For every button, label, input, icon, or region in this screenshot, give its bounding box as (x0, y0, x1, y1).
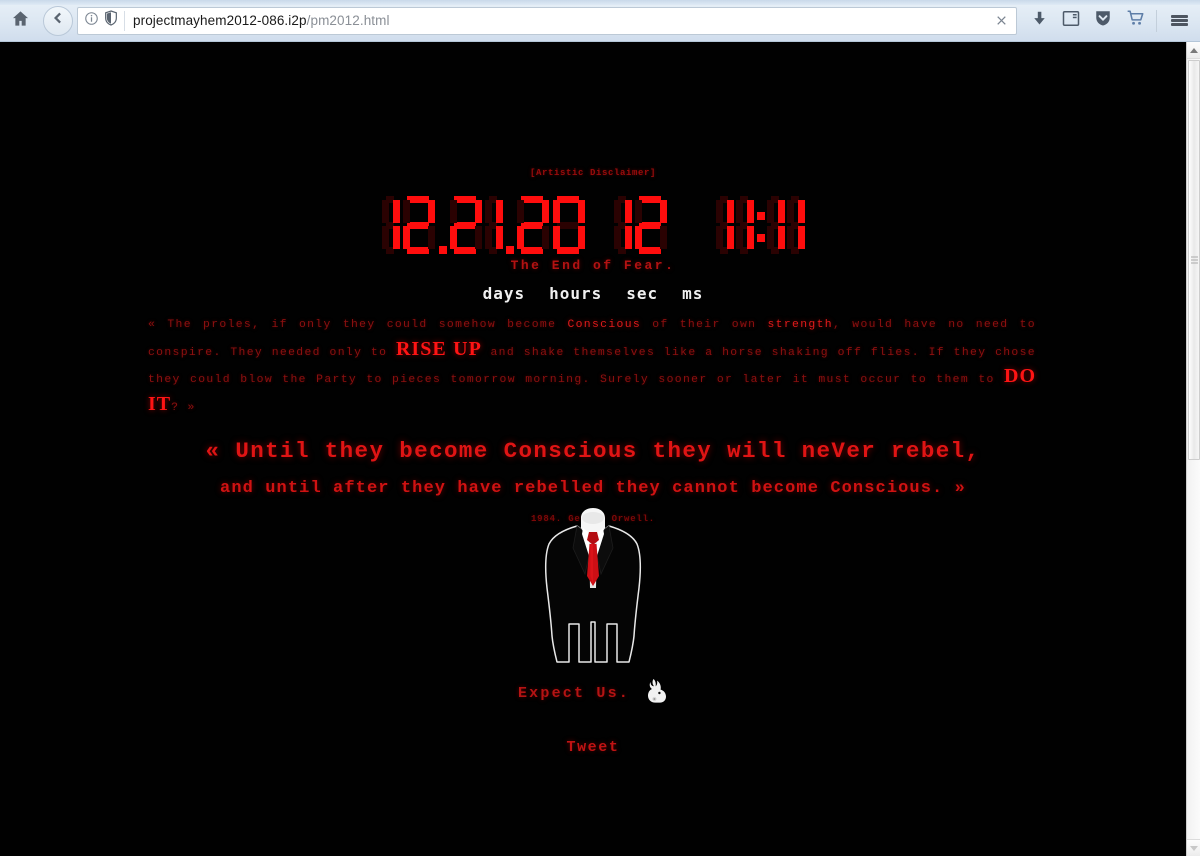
led-digit (514, 194, 552, 256)
led-digit (785, 194, 807, 256)
clock-date-group (381, 194, 669, 256)
stop-button[interactable] (986, 8, 1016, 34)
quote-line-2: and until after they have rebelled they … (220, 479, 966, 498)
tab-strip (0, 0, 1200, 5)
download-icon (1031, 10, 1048, 32)
stop-icon (996, 16, 1006, 25)
led-digit (714, 194, 736, 256)
led-digit (380, 194, 402, 256)
expect-us-text: Expect Us. (517, 685, 630, 702)
led-digit (765, 194, 787, 256)
unit-sec: sec (626, 284, 659, 303)
quote-line-1: « Until they become Conscious they will … (205, 438, 981, 464)
para-hot-conscious: Conscious (567, 319, 642, 331)
unit-ms: ms (682, 284, 704, 303)
web-page: [Artistic Disclaimer] The End of Fear. d… (0, 42, 1186, 856)
url-separator (124, 10, 125, 31)
para-do-it: DO IT (148, 365, 1036, 415)
led-digit (400, 194, 438, 256)
led-digit (612, 194, 634, 256)
anonymous-figure-wrap (0, 504, 1186, 669)
browser-toolbar: projectmayhem2012-086.i2p/pm2012.html (0, 0, 1200, 42)
shopping-cart-icon (1126, 9, 1145, 32)
clock-time-group (715, 194, 806, 256)
tweet-button[interactable]: Tweet (0, 739, 1186, 756)
scroll-down-button[interactable] (1187, 839, 1200, 856)
identity-icons (78, 10, 118, 31)
para-part-2: of their own (641, 319, 768, 331)
unit-days: days (482, 284, 526, 303)
back-button[interactable] (43, 5, 73, 36)
artistic-disclaimer: [Artistic Disclaimer] (529, 168, 657, 178)
address-bar[interactable]: projectmayhem2012-086.i2p/pm2012.html (77, 6, 1017, 35)
led-digit (550, 194, 588, 256)
reader-view-icon (1062, 10, 1080, 32)
page-scrollbar[interactable] (1186, 42, 1200, 856)
led-digit (734, 194, 756, 256)
shield-icon[interactable] (104, 10, 118, 31)
orwell-paragraph: « The proles, if only they could somehow… (148, 314, 1036, 420)
tagline: The End of Fear. (510, 258, 676, 273)
cart-button[interactable] (1119, 4, 1151, 38)
reader-view-button[interactable] (1055, 4, 1087, 38)
back-icon (50, 10, 66, 31)
menu-button[interactable] (1162, 4, 1196, 38)
led-digit (632, 194, 670, 256)
info-icon[interactable] (84, 11, 99, 31)
para-rise-up: RISE UP (395, 337, 482, 360)
para-hot-strength: strength (767, 319, 833, 331)
chevron-down-icon (1190, 845, 1198, 851)
hamburger-menu-icon (1170, 13, 1188, 27)
url-host: projectmayhem2012-086.i2p (133, 13, 307, 28)
led-digit (483, 194, 505, 256)
chevron-up-icon (1190, 47, 1198, 53)
scroll-up-button[interactable] (1187, 42, 1200, 59)
white-rabbit-icon[interactable] (646, 678, 668, 709)
led-digit (447, 194, 485, 256)
scrollbar-grip-icon (1191, 255, 1198, 266)
toolbar-divider (1156, 9, 1157, 32)
url-text: projectmayhem2012-086.i2p/pm2012.html (133, 13, 390, 28)
para-part-1: « The proles, if only they could somehow… (148, 319, 568, 331)
pocket-icon (1094, 9, 1112, 32)
downloads-button[interactable] (1023, 4, 1055, 38)
unit-hours: hours (549, 284, 603, 303)
expect-us-row: Expect Us. (0, 678, 1186, 709)
home-icon (11, 9, 30, 33)
para-part-5: ? » (171, 401, 196, 414)
url-path: /pm2012.html (306, 13, 390, 28)
pocket-button[interactable] (1087, 4, 1119, 38)
anonymous-suit-icon (544, 508, 642, 663)
countdown-unit-labels: days hours sec ms (0, 284, 1186, 303)
scrollbar-thumb[interactable] (1188, 60, 1200, 460)
countdown-clock (0, 190, 1186, 260)
home-button[interactable] (3, 4, 37, 38)
page-viewport: [Artistic Disclaimer] The End of Fear. d… (0, 42, 1200, 856)
